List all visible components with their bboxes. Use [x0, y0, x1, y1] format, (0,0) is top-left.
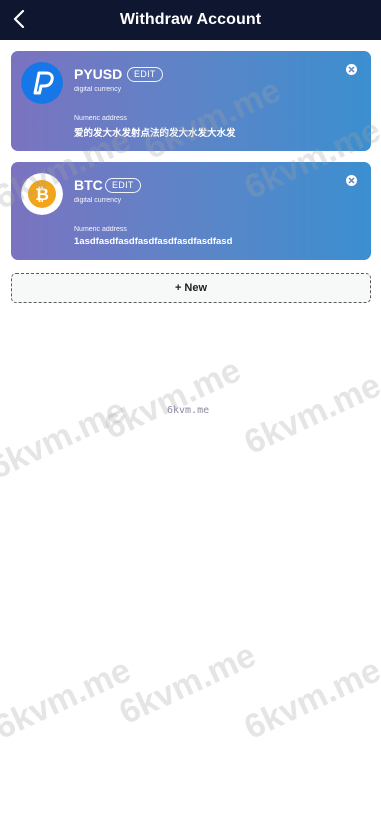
add-account-button[interactable]: + New [11, 273, 371, 303]
page-title: Withdraw Account [119, 11, 262, 28]
edit-button[interactable]: EDIT [127, 67, 163, 82]
watermark: 6kvm.me [98, 351, 247, 448]
bitcoin-logo-icon: ₿ [21, 173, 63, 215]
coin-name: PYUSD [74, 66, 123, 82]
watermark: 6kvm.me [0, 651, 137, 748]
close-button[interactable] [346, 175, 357, 186]
close-button[interactable] [346, 64, 357, 75]
coin-type-label: digital currency [74, 86, 122, 93]
account-card-pyusd[interactable]: PYUSD EDIT digital currency Numeric addr… [11, 51, 371, 151]
close-icon [348, 177, 355, 184]
paypal-logo-icon [21, 62, 63, 104]
coin-type-label: digital currency [74, 197, 122, 204]
back-button[interactable] [8, 6, 30, 32]
watermark: 6kvm.me [238, 651, 381, 748]
chevron-left-icon [13, 10, 25, 28]
address-value: 1asdfasdfasdfasdfasdfasdfasdfasd [74, 236, 233, 247]
address-label: Numeric address [74, 226, 127, 233]
coin-name: BTC [74, 177, 103, 193]
svg-text:₿: ₿ [35, 185, 49, 205]
account-card-btc[interactable]: ₿ BTC EDIT digital currency Numeric addr… [11, 162, 371, 260]
address-label: Numeric address [74, 115, 127, 122]
close-icon [348, 66, 355, 73]
watermark-small: 6kvm.me [167, 405, 210, 416]
watermark: 6kvm.me [0, 391, 132, 488]
watermark: 6kvm.me [113, 636, 262, 733]
edit-button[interactable]: EDIT [105, 178, 141, 193]
address-value: 爱的发大水发射点法的发大水发大水发 [74, 128, 236, 139]
watermark: 6kvm.me [238, 366, 381, 463]
app-header: Withdraw Account [0, 0, 381, 40]
